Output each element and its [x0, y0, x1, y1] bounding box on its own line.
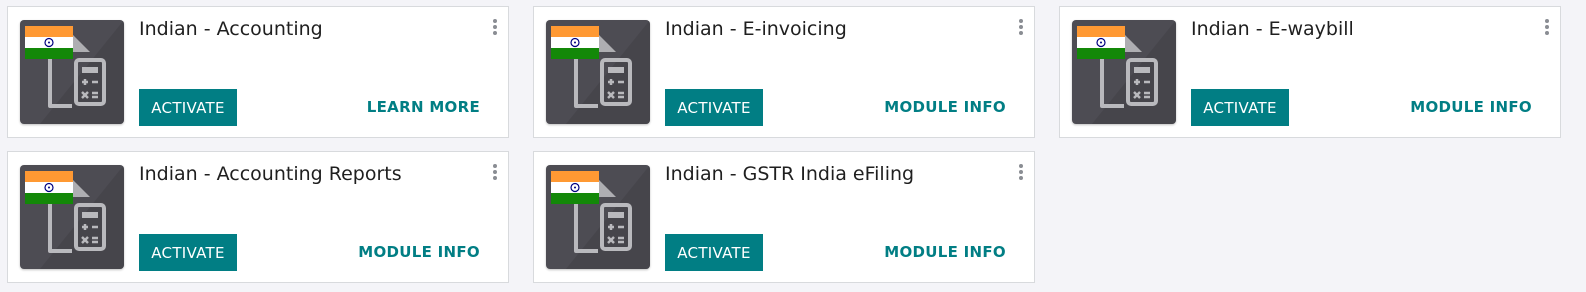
module-title: Indian - Accounting: [139, 18, 323, 40]
module-card: Indian - GSTR India eFiling ACTIVATE MOD…: [533, 151, 1035, 283]
activate-button[interactable]: ACTIVATE: [139, 234, 237, 271]
kebab-menu-icon[interactable]: [1018, 164, 1024, 180]
module-info-button[interactable]: MODULE INFO: [358, 234, 480, 271]
module-card: Indian - Accounting Reports ACTIVATE MOD…: [7, 151, 509, 283]
module-card: Indian - Accounting ACTIVATE LEARN MORE: [7, 6, 509, 138]
accounting-india-icon: [1072, 20, 1176, 124]
activate-button[interactable]: ACTIVATE: [1191, 89, 1289, 126]
accounting-india-icon: [546, 20, 650, 124]
module-info-button[interactable]: MODULE INFO: [1410, 89, 1532, 126]
module-card: Indian - E-waybill ACTIVATE MODULE INFO: [1059, 6, 1561, 138]
module-title: Indian - E-waybill: [1191, 18, 1354, 40]
learn-more-button[interactable]: LEARN MORE: [367, 89, 480, 126]
module-title: Indian - E-invoicing: [665, 18, 847, 40]
module-title: Indian - GSTR India eFiling: [665, 163, 915, 185]
activate-button[interactable]: ACTIVATE: [665, 89, 763, 126]
accounting-india-icon: [20, 165, 124, 269]
activate-button[interactable]: ACTIVATE: [139, 89, 237, 126]
module-info-button[interactable]: MODULE INFO: [884, 234, 1006, 271]
accounting-india-icon: [20, 20, 124, 124]
module-info-button[interactable]: MODULE INFO: [884, 89, 1006, 126]
kebab-menu-icon[interactable]: [1018, 19, 1024, 35]
module-grid: Indian - Accounting ACTIVATE LEARN MORE: [7, 6, 1561, 283]
accounting-india-icon: [546, 165, 650, 269]
activate-button[interactable]: ACTIVATE: [665, 234, 763, 271]
kebab-menu-icon[interactable]: [492, 19, 498, 35]
kebab-menu-icon[interactable]: [492, 164, 498, 180]
kebab-menu-icon[interactable]: [1544, 19, 1550, 35]
module-title: Indian - Accounting Reports: [139, 163, 402, 185]
module-card: Indian - E-invoicing ACTIVATE MODULE INF…: [533, 6, 1035, 138]
